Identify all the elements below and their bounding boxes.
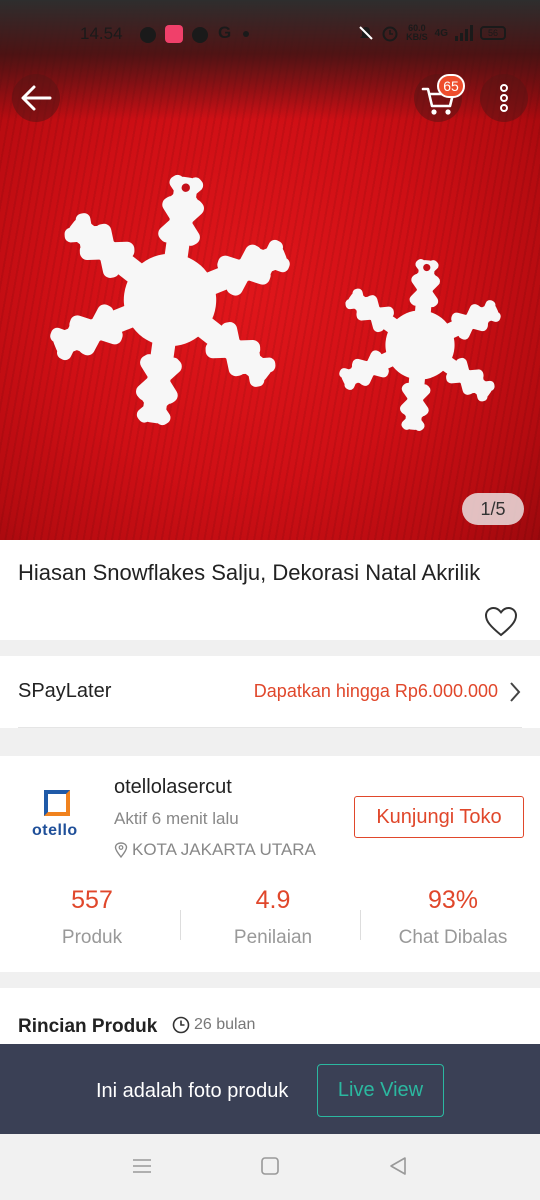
shop-logo-text: otello [32,822,78,839]
system-nav-bar [0,1134,540,1200]
image-page-counter: 1/5 [462,493,524,525]
back-button[interactable] [12,74,60,122]
shop-logo-mark [44,790,70,816]
visit-shop-button[interactable]: Kunjungi Toko [354,796,524,838]
clock-icon [172,1016,190,1034]
facebook-icon [192,27,208,43]
chevron-right-icon [510,682,521,702]
mute-bell-icon [359,26,373,40]
stat-value: 557 [71,886,113,914]
product-details-section: Rincian Produk 26 bulan [0,988,540,1048]
location-pin-icon [114,842,128,858]
spaylater-label: SPayLater [18,680,112,702]
home-square-icon[interactable] [259,1156,281,1176]
back-triangle-icon[interactable] [387,1156,409,1176]
shop-location-text: KOTA JAKARTA UTARA [132,840,316,859]
network-type: 4G [434,27,448,39]
small-snowflake [333,256,507,434]
shop-name[interactable]: otellolasercut [114,776,232,799]
alarm-icon [382,26,398,42]
divider [18,727,522,728]
more-options-button[interactable] [480,74,528,122]
app-notification-icon [165,25,183,43]
stat-divider [180,910,181,940]
stat-value: 93% [427,886,479,914]
signal-icon [455,25,473,41]
stat-divider [360,910,361,940]
cart-count-badge: 65 [437,74,465,98]
product-title-section: Hiasan Snowflakes Salju, Dekorasi Natal … [0,540,540,640]
product-title: Hiasan Snowflakes Salju, Dekorasi Natal … [18,560,481,585]
spaylater-row[interactable]: SPayLater Dapatkan hingga Rp6.000.000 [0,656,540,728]
banner-message: Ini adalah foto produk [96,1080,289,1102]
large-snowflake [42,170,298,430]
stat-products[interactable]: 557 Produk [2,886,182,949]
stat-label: Produk [61,927,123,948]
details-heading: Rincian Produk [18,1016,158,1037]
details-age-text: 26 bulan [194,1016,256,1033]
stat-value: 4.9 [255,886,291,914]
shop-section: otello otellolasercut Aktif 6 menit lalu… [0,756,540,972]
status-time: 14.54 [80,24,123,43]
spaylater-promo: Dapatkan hingga Rp6.000.000 [253,681,498,701]
google-icon: G [218,23,232,42]
status-bar: 14.54 G 60.0 KB/S 4G 56 [0,18,540,52]
stat-label: Penilaian [233,927,313,948]
back-arrow-icon [21,85,52,111]
shop-active-status: Aktif 6 menit lalu [114,809,239,828]
more-vertical-icon [500,84,508,112]
stat-chat-reply[interactable]: 93% Chat Dibalas [363,886,540,949]
menu-icon[interactable] [131,1156,153,1176]
stat-rating[interactable]: 4.9 Penilaian [183,886,363,949]
facebook-messenger-icon [140,27,156,43]
shop-logo[interactable]: otello [28,786,90,842]
more-notifications-dot [243,31,249,37]
live-view-button[interactable]: Live View [317,1064,444,1117]
heart-outline-icon[interactable] [484,606,518,638]
network-speed: 60.0 KB/S [406,23,428,42]
battery-icon: 56 [480,26,506,40]
live-view-banner: Ini adalah foto produk Live View [0,1044,540,1134]
stat-label: Chat Dibalas [398,927,508,948]
